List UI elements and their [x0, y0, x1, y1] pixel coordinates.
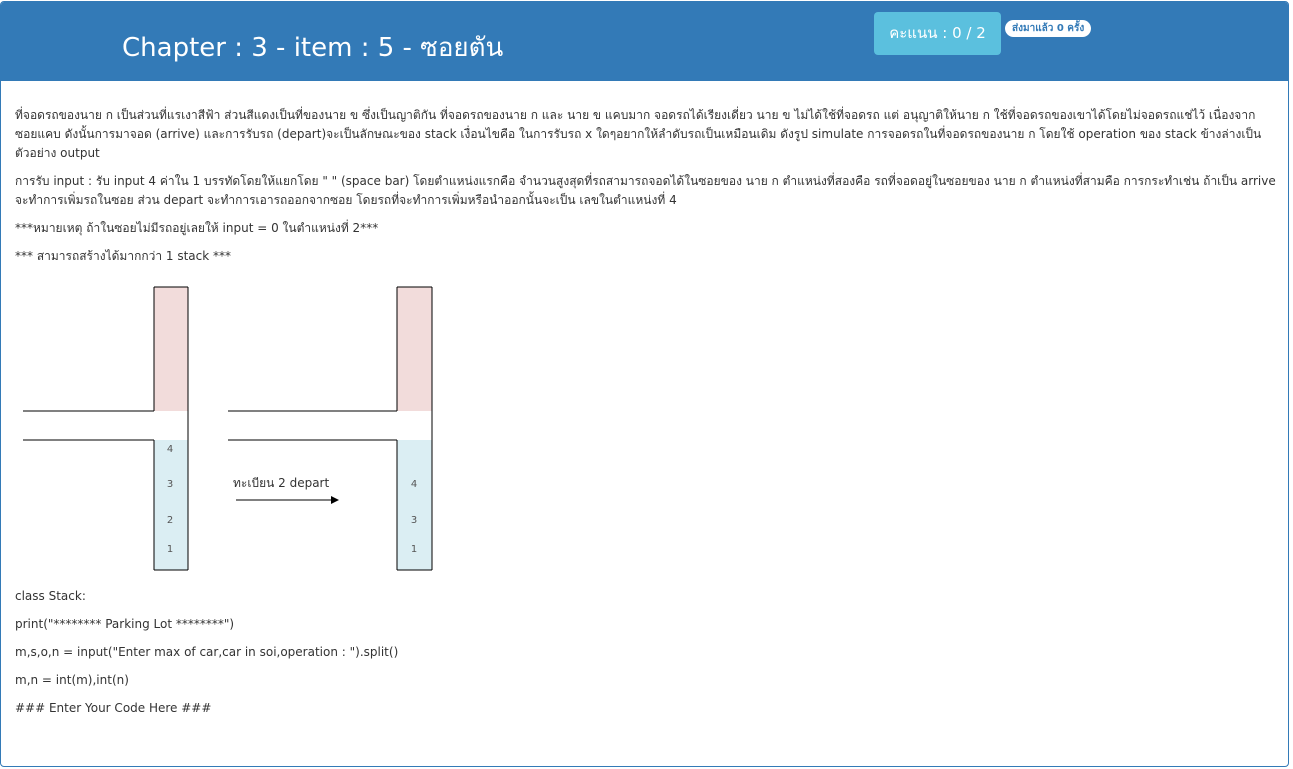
arrow-label: ทะเบียน 2 depart	[233, 476, 329, 490]
score-badge[interactable]: คะแนน : 0 / 2	[874, 12, 1001, 55]
right-car-label: 4	[411, 479, 417, 490]
code-line: m,s,o,n = input("Enter max of car,car in…	[15, 645, 399, 659]
code-line: m,n = int(m),int(n)	[15, 673, 129, 687]
page-title: Chapter : 3 - item : 5 - ซอยตัน	[122, 33, 504, 63]
code-template: class Stack: print("******** Parking Lot…	[15, 587, 398, 727]
description-paragraph: ที่จอดรถของนาย ก เป็นส่วนที่แรเงาสีฟ้า ส…	[15, 108, 1262, 160]
depart-arrow: ทะเบียน 2 depart	[233, 476, 339, 504]
left-car-label: 1	[167, 544, 173, 555]
right-car-label: 3	[411, 515, 417, 526]
left-parking-stack: 4 3 2 1	[23, 286, 189, 571]
right-car-label: 1	[411, 544, 417, 555]
problem-panel: Chapter : 3 - item : 5 - ซอยตัน คะแนน : …	[0, 1, 1289, 767]
note-empty-soi: ***หมายเหตุ ถ้าในซอยไม่มีรถอยู่เลยให้ in…	[15, 221, 379, 235]
left-car-label: 2	[167, 515, 173, 526]
left-red-area	[154, 287, 188, 411]
arrow-head-icon	[331, 496, 339, 504]
left-car-label: 4	[167, 444, 173, 455]
submission-count-badge: ส่งมาแล้ว 0 ครั้ง	[1005, 20, 1092, 37]
left-car-label: 3	[167, 479, 173, 490]
code-line: ### Enter Your Code Here ###	[15, 701, 212, 715]
parking-diagram: 4 3 2 1 ทะเบียน 2 depart 4 3 1	[23, 286, 433, 571]
panel-heading: Chapter : 3 - item : 5 - ซอยตัน คะแนน : …	[1, 2, 1288, 81]
note-multiple-stack: *** สามารถสร้างได้มากกว่า 1 stack ***	[15, 249, 232, 263]
problem-description: ที่จอดรถของนาย ก เป็นส่วนที่แรเงาสีฟ้า ส…	[15, 106, 1277, 275]
code-line: class Stack:	[15, 589, 86, 603]
code-line: print("******** Parking Lot ********")	[15, 617, 235, 631]
right-parking-stack: 4 3 1	[228, 286, 433, 571]
input-description: การรับ input : รับ input 4 ค่าใน 1 บรรทั…	[15, 174, 1276, 207]
right-red-area	[397, 287, 432, 411]
